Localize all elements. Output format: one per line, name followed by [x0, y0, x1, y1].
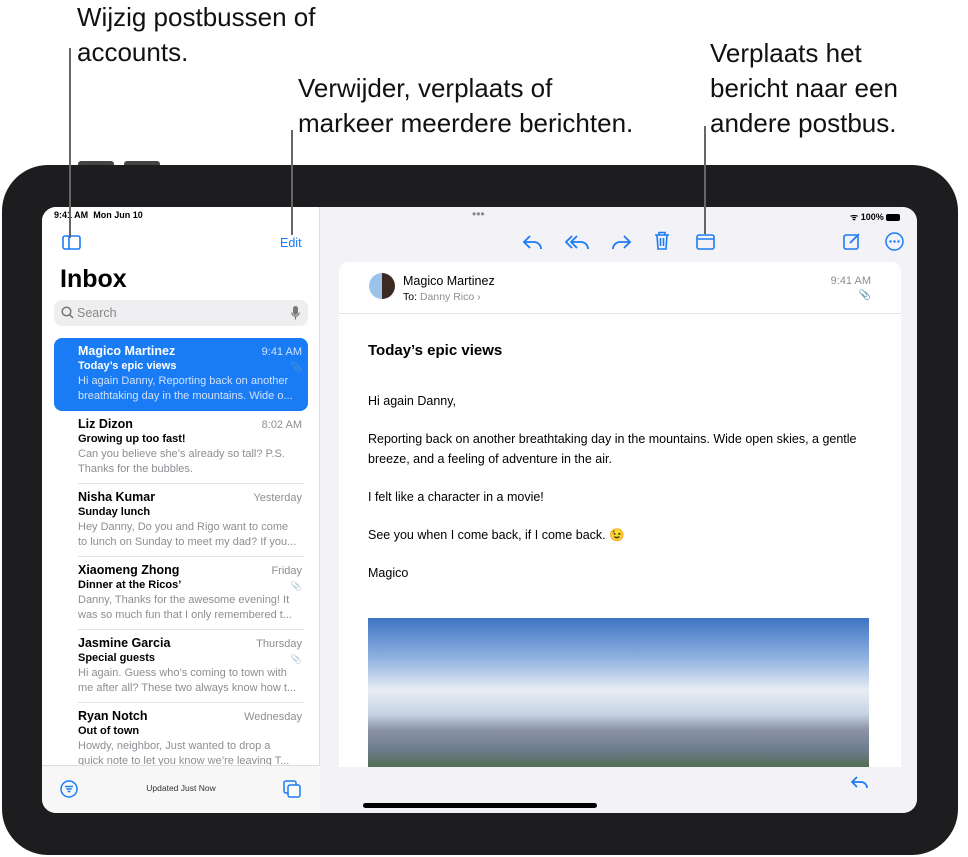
multitask-dots[interactable]: •••: [472, 207, 485, 221]
message-list-item[interactable]: Xiaomeng Zhong Friday 📎 Dinner at the Ricos…: [54, 557, 308, 630]
message-body: Hi again Danny, Reporting back on anothe…: [368, 394, 857, 580]
preview: Hey Danny, Do you and Rigo want to come: [78, 521, 289, 533]
callout-edit: Verwijder, verplaats of markeer meerdere …: [298, 73, 634, 138]
more-icon[interactable]: [885, 232, 904, 251]
preview: Danny, Thanks for the awesome evening! I…: [78, 594, 290, 606]
subject: Growing up too fast!: [78, 433, 186, 445]
subject: Out of town: [78, 725, 140, 737]
callout-line: [69, 48, 71, 238]
time: Wednesday: [244, 711, 302, 723]
time: Thursday: [256, 638, 302, 650]
time: Friday: [271, 565, 302, 577]
status-time: 9:41 AM: [54, 210, 89, 220]
search-input[interactable]: Search: [54, 300, 308, 326]
page-title: Inbox: [60, 265, 127, 293]
callout-line: [291, 130, 293, 235]
battery-percent: 100%: [860, 212, 884, 222]
mailbox-list: 9:41 AM Mon Jun 10 Edit Inbox Search Mag…: [42, 207, 320, 813]
time: 9:41 AM: [261, 346, 302, 358]
edit-button[interactable]: Edit: [280, 236, 302, 250]
message-view: Magico Martinez To: Danny Rico › 9:41 AM…: [339, 262, 901, 813]
callout-move: Verplaats het bericht naar een andere post…: [710, 38, 898, 138]
forward-icon[interactable]: [610, 233, 632, 251]
sender: Xiaomeng Zhong: [78, 563, 180, 577]
microphone-icon[interactable]: [291, 306, 300, 320]
update-status: Updated Just Now: [146, 783, 216, 793]
message-list-item[interactable]: Liz Dizon 8:02 AM Growing up too fast! Can …: [54, 411, 308, 484]
message-time: 9:41 AM: [830, 275, 871, 287]
avatar: [369, 273, 395, 299]
screen: 9:41 AM Mon Jun 10 Edit Inbox Search Mag…: [42, 207, 917, 813]
preview: breathtaking day in the mountains. Wide …: [78, 390, 293, 402]
subject: Special guests: [78, 652, 156, 664]
message-list-item[interactable]: Jasmine Garcia Thursday 📎 Special guests Hi …: [54, 630, 308, 703]
battery-icon: [886, 214, 901, 222]
divider: [339, 313, 901, 314]
reply-all-icon[interactable]: [564, 233, 590, 251]
preview: Howdy, neighbor, Just wanted to drop a: [78, 740, 271, 752]
home-indicator: [363, 803, 597, 808]
recipient-link[interactable]: Danny Rico: [420, 291, 474, 303]
subject: Sunday lunch: [78, 506, 151, 518]
preview: Hi again Danny, Reporting back on anothe…: [78, 375, 289, 387]
reply-icon[interactable]: [522, 233, 544, 251]
stack-icon[interactable]: [283, 780, 301, 798]
preview: Hi again. Guess who’s coming to town wit…: [78, 667, 287, 679]
reply-icon[interactable]: [850, 775, 870, 791]
bottom-toolbar: Updated Just Now: [42, 765, 320, 813]
message-list-item[interactable]: Magico Martinez 9:41 AM 📎 Today’s epic view…: [54, 338, 308, 411]
mountain-photo[interactable]: [368, 618, 869, 778]
attachment-icon: 📎: [290, 581, 302, 591]
time: Yesterday: [253, 492, 302, 504]
subject: Today’s epic views: [78, 360, 177, 372]
trash-icon[interactable]: [654, 231, 670, 250]
message-list-item[interactable]: Nisha Kumar Yesterday Sunday lunch Hey Dann…: [54, 484, 308, 557]
status-date: Mon Jun 10: [93, 210, 143, 220]
message-sender: Magico Martinez: [403, 274, 495, 288]
subject: Dinner at the Ricos’: [78, 579, 182, 591]
preview: Can you believe she’s already so tall? P…: [78, 448, 285, 460]
attachment-icon: 📎: [858, 290, 871, 301]
attachment-icon: 📎: [290, 362, 302, 372]
sidebar-toggle-icon[interactable]: [62, 235, 81, 250]
move-folder-icon[interactable]: [696, 234, 715, 250]
preview: Thanks for the bubbles.: [78, 463, 193, 475]
compose-icon[interactable]: [843, 232, 861, 250]
message-subject: Today’s epic views: [368, 342, 503, 359]
callout-line: [704, 126, 706, 234]
preview: to lunch on Sunday to meet my dad? If yo…: [78, 536, 297, 548]
preview: was so much fun that I only remembered t…: [78, 609, 292, 621]
preview: me after all? These two always know how …: [78, 682, 297, 694]
search-icon: [61, 306, 74, 319]
attachment-icon: 📎: [290, 654, 302, 664]
time: 8:02 AM: [261, 419, 302, 431]
callout-mailboxes: Wijzig postbussen of accounts.: [77, 2, 316, 67]
